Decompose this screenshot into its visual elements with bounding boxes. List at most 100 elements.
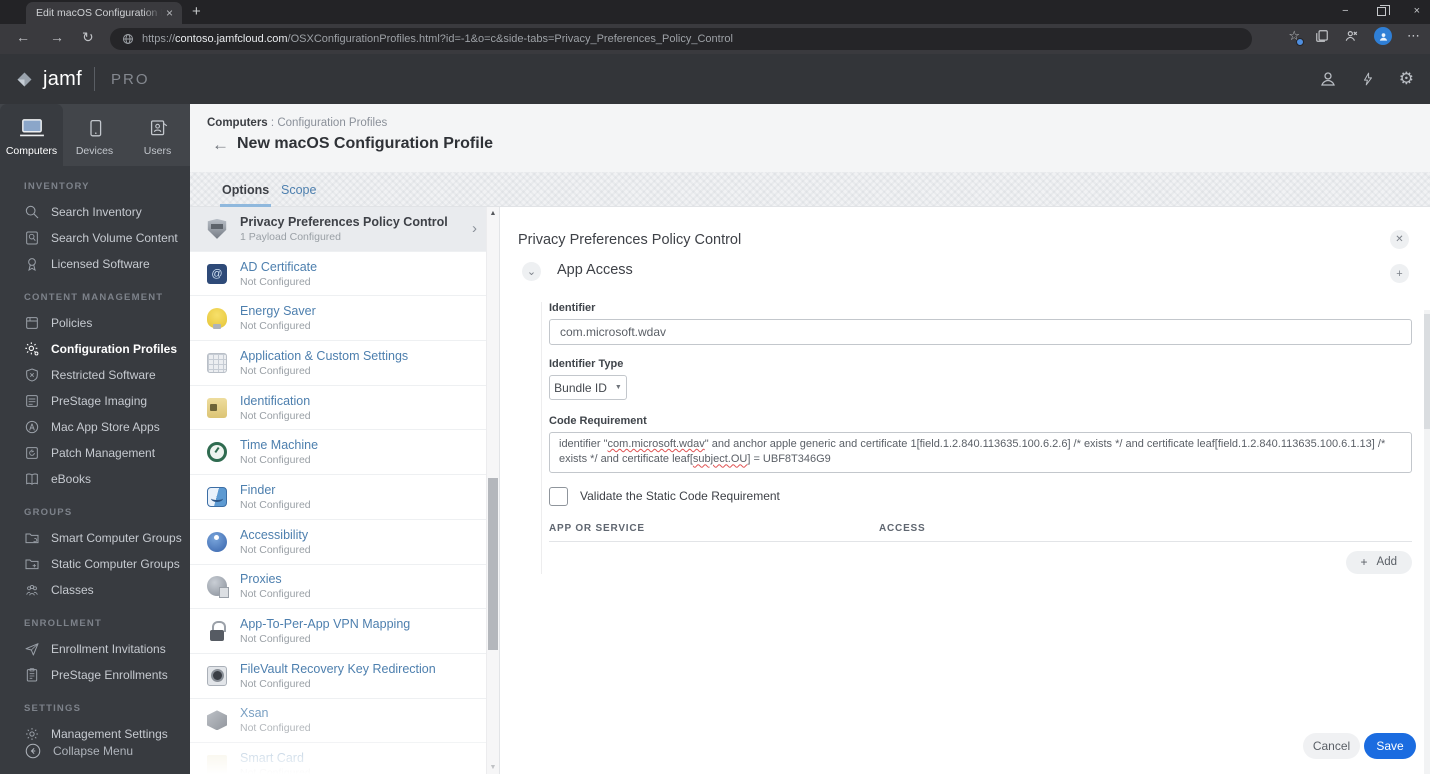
browser-refresh-button[interactable]: ↻ <box>82 29 94 46</box>
smart-group-folder-icon <box>25 533 39 544</box>
payload-item-identification[interactable]: Identification Not Configured <box>190 386 499 431</box>
custom-settings-icon <box>207 352 227 373</box>
sidebar-item-classes[interactable]: Classes <box>0 577 190 603</box>
account-icon[interactable] <box>1319 70 1337 88</box>
computers-laptop-icon <box>19 118 44 136</box>
collapse-menu-button[interactable]: Collapse Menu <box>24 742 133 760</box>
chevron-right-icon: › <box>472 220 477 238</box>
imaging-server-icon <box>26 395 38 407</box>
management-gear-icon <box>26 728 38 740</box>
sidebar-item-configuration-profiles[interactable]: Configuration Profiles <box>0 336 190 362</box>
add-row-button[interactable]: + Add <box>1345 550 1412 574</box>
nav-tab-users[interactable]: Users <box>126 104 189 166</box>
payload-list-scrollbar[interactable]: ▲ ▼ <box>486 207 499 774</box>
sidebar-item-search-inventory[interactable]: Search Inventory <box>0 199 190 225</box>
volume-search-icon <box>26 231 38 245</box>
profile-avatar[interactable] <box>1374 27 1392 45</box>
settings-gear-icon[interactable]: ⚙ <box>1399 69 1414 89</box>
payload-item-accessibility[interactable]: Accessibility Not Configured <box>190 520 499 565</box>
main-scrollbar-thumb[interactable] <box>1424 314 1430 429</box>
browser-back-button[interactable]: ← <box>16 29 30 45</box>
payload-item-finder[interactable]: Finder Not Configured <box>190 475 499 520</box>
accessibility-icon <box>207 531 227 552</box>
scroll-up-arrow-icon[interactable]: ▲ <box>487 210 499 217</box>
validate-checkbox-label: Validate the Static Code Requirement <box>580 489 780 504</box>
favorites-badge <box>1296 38 1304 46</box>
tab-scope[interactable]: Scope <box>281 172 316 207</box>
browser-tab-title: Edit macOS Configuration Profile <box>36 7 162 19</box>
cancel-button[interactable]: Cancel <box>1303 733 1360 759</box>
payload-item-energy-saver[interactable]: Energy Saver Not Configured <box>190 296 499 342</box>
payload-item-app-to-per-app-vpn-mapping[interactable]: App-To-Per-App VPN Mapping Not Configured <box>190 609 499 654</box>
payload-item-ad-certificate[interactable]: AD CertificateNot Configured <box>190 252 499 297</box>
sidebar-item-prestage-enrollments[interactable]: PreStage Enrollments <box>0 662 190 688</box>
code-requirement-textarea[interactable]: identifier "com.microsoft.wdav" and anch… <box>549 432 1412 473</box>
sidebar-item-enrollment-invitations[interactable]: Enrollment Invitations <box>0 636 190 662</box>
nav-tab-computers[interactable]: Computers <box>0 104 63 166</box>
payload-item-proxies[interactable]: Proxies Not Configured <box>190 565 499 610</box>
sidebar-item-policies[interactable]: Policies <box>0 310 190 336</box>
payload-item-smart-card[interactable]: Smart Card Not Configured <box>190 743 499 774</box>
sidebar-item-mac-app-store-apps[interactable]: Mac App Store Apps <box>0 414 190 440</box>
app-store-icon <box>25 420 39 434</box>
tab-options[interactable]: Options <box>219 172 272 207</box>
window-restore-button[interactable] <box>1376 4 1390 16</box>
identifier-input[interactable] <box>549 319 1412 345</box>
scroll-down-arrow-icon[interactable]: ▼ <box>487 764 499 771</box>
window-close-button[interactable]: × <box>1414 5 1420 17</box>
address-bar[interactable]: https://contoso.jamfcloud.com/OSXConfigu… <box>110 28 1252 50</box>
chevron-down-icon[interactable]: ⌄ <box>522 262 541 281</box>
sidebar-section-content-management: CONTENT MANAGEMENT <box>24 292 164 303</box>
jamf-logo[interactable]: jamf PRO <box>14 67 150 91</box>
nav-tab-devices[interactable]: Devices <box>63 104 126 166</box>
close-payload-button[interactable]: ✕ <box>1390 230 1409 249</box>
sidebar-section-groups: GROUPS <box>24 507 73 518</box>
save-button[interactable]: Save <box>1364 733 1416 759</box>
payload-item-application-custom-settings[interactable]: Application & Custom Settings Not Configu… <box>190 341 499 386</box>
lightning-icon[interactable] <box>1361 70 1375 88</box>
sidebar-section-settings: SETTINGS <box>24 703 82 714</box>
page-title: New macOS Configuration Profile <box>237 135 494 152</box>
browser-forward-button[interactable]: → <box>50 29 64 45</box>
time-machine-icon <box>207 442 227 463</box>
browser-tab[interactable]: Edit macOS Configuration Profile × <box>26 2 182 24</box>
filevault-icon <box>207 665 227 686</box>
gear-icon <box>25 342 39 356</box>
back-arrow-button[interactable]: ← <box>212 135 229 155</box>
sidebar-item-static-computer-groups[interactable]: Static Computer Groups <box>0 551 190 577</box>
clipboard-icon <box>26 668 38 682</box>
tab-close-icon[interactable]: × <box>166 6 173 20</box>
column-app-or-service: APP OR SERVICE <box>549 522 645 534</box>
proxies-globe-icon <box>207 576 229 599</box>
sidebar-item-smart-computer-groups[interactable]: Smart Computer Groups <box>0 525 190 551</box>
breadcrumb-configuration-profiles[interactable]: Configuration Profiles <box>277 117 387 129</box>
browser-menu-icon[interactable]: ⋯ <box>1407 28 1420 44</box>
sidebar-item-ebooks[interactable]: eBooks <box>0 466 190 492</box>
sidebar-item-restricted-software[interactable]: Restricted Software <box>0 362 190 388</box>
sidebar-item-search-volume-content[interactable]: Search Volume Content <box>0 225 190 251</box>
payload-item-xsan[interactable]: Xsan Not Configured <box>190 699 499 744</box>
main-scrollbar[interactable] <box>1424 310 1430 774</box>
payload-item-time-machine[interactable]: Time Machine Not Configured <box>190 430 499 476</box>
window-minimize-button[interactable]: − <box>1342 5 1348 17</box>
breadcrumb-computers[interactable]: Computers <box>207 117 268 129</box>
validate-checkbox[interactable] <box>549 486 568 506</box>
payload-item-filevault-recovery-key-redirection[interactable]: FileVault Recovery Key Redirection Not Co… <box>190 654 499 699</box>
sidebar-item-patch-management[interactable]: Patch Management <box>0 440 190 466</box>
scrollbar-thumb[interactable] <box>488 478 498 650</box>
new-tab-button[interactable]: + <box>192 3 201 21</box>
share-person-icon[interactable] <box>1344 29 1359 43</box>
payload-item-privacy-preferences-policy-control[interactable]: Privacy Preferences Policy Control 1 Payl… <box>190 207 499 252</box>
url-text: https://contoso.jamfcloud.com/OSXConfigu… <box>142 33 733 45</box>
collections-icon[interactable] <box>1315 29 1329 43</box>
identifier-type-label: Identifier Type <box>549 358 624 370</box>
sidebar-item-licensed-software[interactable]: Licensed Software <box>0 251 190 277</box>
identifier-type-select[interactable]: Bundle ID ▼ <box>549 375 627 400</box>
favorites-star-icon[interactable]: ☆ <box>1288 28 1304 46</box>
restricted-shield-icon <box>26 368 38 382</box>
sidebar-item-prestage-imaging[interactable]: PreStage Imaging <box>0 388 190 414</box>
app-service-table-header: APP OR SERVICE ACCESS <box>549 523 1412 542</box>
site-globe-icon <box>123 34 133 44</box>
add-app-access-button[interactable]: + <box>1390 264 1409 283</box>
vpn-lock-icon <box>207 621 227 642</box>
